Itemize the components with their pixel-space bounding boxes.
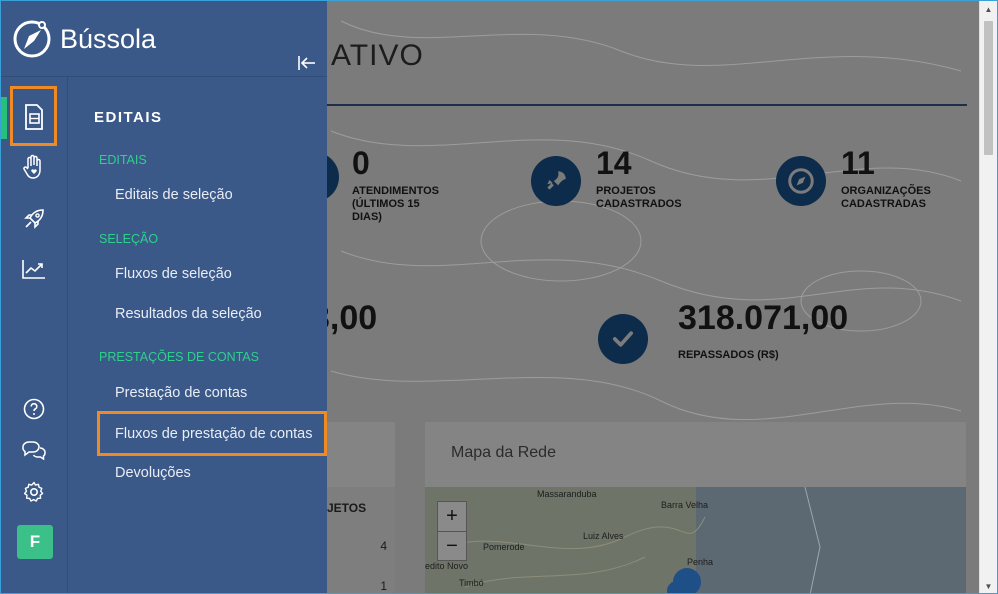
map-label: Luiz Alves (583, 531, 624, 541)
stat-label-line: CADASTRADOS (596, 198, 682, 210)
hand-heart-icon (23, 154, 41, 179)
settings-button[interactable] (12, 470, 56, 514)
menu-link-fluxos-de-selecao[interactable]: Fluxos de seleção (115, 266, 232, 282)
menu-section-prestacoes: PRESTAÇÕES DE CONTAS (99, 350, 259, 364)
zoom-out-button[interactable]: − (438, 531, 466, 560)
collapse-sidebar-button[interactable] (295, 53, 319, 73)
gear-icon (23, 481, 44, 502)
document-icon (25, 104, 43, 130)
map-label: Massaranduba (537, 489, 597, 499)
stat-value: 11 (841, 145, 875, 181)
projects-table: JETOS 4 1 (327, 487, 395, 593)
money-label: REPASSADOS (R$) (678, 349, 779, 361)
dashboard-title: ATIVO (331, 39, 424, 72)
submenu-panel: EDITAIS EDITAIS Editais de seleção SELEÇ… (68, 77, 327, 593)
menu-link-devolucoes[interactable]: Devoluções (115, 465, 191, 481)
stat-label-line: ATENDIMENTOS (352, 185, 439, 197)
stat-organizacoes: 11 ORGANIZAÇÕES CADASTRADAS (841, 147, 981, 211)
rail-item-projetos[interactable] (12, 197, 56, 241)
vertical-scrollbar[interactable]: ▲ ▼ (979, 1, 997, 593)
rocket-icon (24, 209, 44, 229)
stat-value: 14 (596, 145, 632, 181)
scroll-up-arrow-icon[interactable]: ▲ (980, 1, 997, 18)
money-value: 318.071,00 (678, 299, 849, 337)
compass-logo-icon (13, 20, 51, 58)
map-label: Pomerode (483, 542, 525, 552)
map-label: Barra Velha (661, 500, 709, 510)
compass-icon (776, 156, 826, 206)
brand-header: Bússola (1, 1, 327, 77)
map-title: Mapa da Rede (451, 444, 556, 461)
chart-line-icon (22, 260, 45, 279)
zoom-in-button[interactable]: + (438, 502, 466, 531)
menu-link-editais-de-selecao[interactable]: Editais de seleção (115, 187, 233, 203)
table-cell: 1 (380, 579, 387, 593)
scroll-thumb[interactable] (984, 21, 993, 155)
map-label: Penha (687, 557, 714, 567)
help-button[interactable] (12, 387, 56, 431)
chat-icon (22, 441, 46, 461)
map-label: edito Novo (425, 561, 469, 571)
stat-value: 0 (352, 145, 370, 181)
rail-item-editais[interactable] (12, 95, 56, 139)
menu-link-prestacao-de-contas[interactable]: Prestação de contas (115, 385, 247, 401)
map-zoom-control: + − (437, 501, 467, 561)
sidebar: Bússola F EDITAIS EDITAIS Editais de sel… (1, 1, 327, 593)
money-repassados: 318.071,00 REPASSADOS (R$) (678, 301, 878, 362)
map-label: Timbó (459, 578, 484, 588)
menu-link-resultados-da-selecao[interactable]: Resultados da seleção (115, 306, 262, 322)
stat-label-line: CADASTRADAS (841, 198, 926, 210)
table-cell: 4 (380, 539, 387, 553)
brand-name: Bússola (60, 24, 157, 54)
stat-projetos: 14 PROJETOS CADASTRADOS (596, 147, 736, 211)
menu-section-selecao: SELEÇÃO (99, 232, 159, 246)
title-divider (327, 104, 967, 106)
scroll-down-arrow-icon[interactable]: ▼ (980, 578, 997, 593)
network-map[interactable]: + − Massaranduba Barra Velha Luiz Alves … (425, 487, 966, 593)
menu-title: EDITAIS (94, 109, 163, 126)
stat-label-line: PROJETOS (596, 185, 656, 197)
table-header: JETOS (327, 501, 367, 515)
help-circle-icon (23, 398, 45, 420)
user-avatar[interactable]: F (17, 525, 53, 559)
stat-label-line: DIAS) (352, 211, 382, 223)
icon-rail: F (1, 77, 68, 593)
chat-button[interactable] (12, 428, 56, 472)
fluxos-prestacao-highlight (97, 411, 327, 456)
menu-section-editais: EDITAIS (99, 153, 147, 167)
stat-label-line: ORGANIZAÇÕES (841, 185, 931, 197)
active-indicator (1, 97, 7, 139)
rail-item-relatorios[interactable] (12, 247, 56, 291)
check-icon (598, 314, 648, 364)
collapse-left-icon (298, 56, 315, 70)
map-card-header: Mapa da Rede (425, 422, 966, 487)
stat-label-line: (ÚLTIMOS 15 (352, 198, 420, 210)
stat-atendimentos: 0 ATENDIMENTOS (ÚLTIMOS 15 DIAS) (352, 147, 472, 224)
rocket-icon (531, 156, 581, 206)
app-window: ATIVO 0 ATENDIMENTOS (ÚLTIMOS 15 DIAS) 1… (0, 0, 998, 594)
rail-item-atendimentos[interactable] (12, 145, 56, 189)
